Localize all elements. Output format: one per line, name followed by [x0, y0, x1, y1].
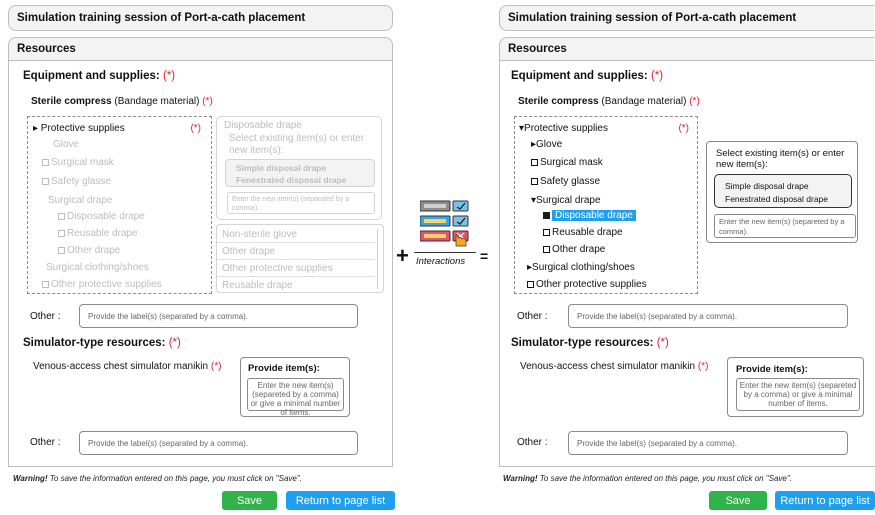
simulator-heading: Simulator-type resources: (*) — [511, 337, 669, 349]
faded-drape-panel: Disposable drape Select existing item(s)… — [216, 116, 382, 220]
provide-title: Provide item(s): — [736, 364, 808, 375]
left-resources-header[interactable]: Resources — [8, 37, 393, 61]
faded-options[interactable]: Simple disposal drape Fenestrated dispos… — [225, 159, 375, 187]
plus-sign: + — [396, 243, 409, 268]
other-input-2[interactable]: Provide the label(s) (separated by a com… — [568, 431, 848, 455]
provide-input[interactable]: Enter the new item(s) (separeted by a co… — [736, 378, 860, 411]
option-fenestrated[interactable]: Fenestrated disposal drape — [725, 194, 828, 204]
select-hint: Select existing item(s) or enter new ite… — [716, 148, 845, 170]
tree-item-drape[interactable]: ▾Surgical drape — [531, 195, 601, 206]
page-title: Simulation training session of Port-a-ca… — [17, 12, 306, 24]
manikin-label: Venous-access chest simulator manikin (*… — [33, 361, 222, 372]
tree-required: (*) — [678, 123, 689, 134]
tree-item[interactable]: Surgical drape — [48, 195, 112, 206]
tree-root[interactable]: ▾Protective supplies — [519, 123, 608, 134]
equals-sign: = — [480, 248, 489, 264]
simulator-heading: Simulator-type resources: (*) — [23, 337, 181, 349]
tree-item[interactable]: Other drape — [58, 245, 120, 256]
equipment-heading: Equipment and supplies: (*) — [511, 70, 664, 82]
other-input-2[interactable]: Provide the label(s) (separated by a com… — [79, 431, 358, 455]
tree-item[interactable]: Other protective supplies — [42, 279, 162, 290]
tree-item[interactable]: Surgical clothing/shoes — [46, 262, 149, 273]
faded-list-item[interactable]: Other drape — [222, 246, 275, 257]
faded-scrollbar[interactable] — [377, 229, 381, 289]
faded-enter-input[interactable]: Enter the new item(s) (separated by a co… — [227, 192, 375, 214]
return-to-page-list-button[interactable]: Return to page list — [775, 491, 875, 510]
faded-select-hint: Select existing item(s) or enter new ite… — [229, 133, 365, 156]
new-item-input[interactable]: Enter the new item(s) (separeted by a co… — [714, 214, 856, 238]
interactions-icon — [419, 199, 472, 249]
tree-item-glove[interactable]: ▸Glove — [531, 139, 562, 150]
tree-item-other-drape[interactable]: Other drape — [543, 244, 605, 255]
tree-required: (*) — [190, 123, 201, 134]
sterile-compress-label: Sterile compress (Bandage material) (*) — [518, 96, 700, 107]
page-title: Simulation training session of Port-a-ca… — [508, 12, 797, 24]
faded-list-item[interactable]: Other protective supplies — [222, 263, 333, 274]
other-label: Other : — [30, 311, 61, 322]
other-input[interactable]: Provide the label(s) (separated by a com… — [568, 304, 848, 328]
tree-item[interactable]: Disposable drape — [58, 211, 145, 222]
return-to-page-list-button[interactable]: Return to page list — [286, 491, 395, 510]
existing-options[interactable]: Simple disposal drape Fenestrated dispos… — [714, 174, 852, 208]
other-label-2: Other : — [30, 437, 61, 448]
tree-item-other-prot[interactable]: Other protective supplies — [527, 279, 647, 290]
right-title-bar: Simulation training session of Port-a-ca… — [499, 5, 874, 31]
warning-text: Warning! To save the information entered… — [13, 474, 302, 483]
other-label: Other : — [517, 311, 548, 322]
other-input[interactable]: Provide the label(s) (separated by a com… — [79, 304, 358, 328]
manikin-label: Venous-access chest simulator manikin (*… — [520, 361, 709, 372]
protective-supplies-tree[interactable]: ▾Protective supplies (*) ▸Glove Surgical… — [514, 116, 698, 294]
provide-items-box: Provide item(s): Enter the new item(s) (… — [727, 357, 864, 417]
warning-text: Warning! To save the information entered… — [503, 474, 792, 483]
option-simple[interactable]: Simple disposal drape — [725, 181, 809, 191]
sterile-compress-label: Sterile compress (Bandage material) (*) — [31, 96, 213, 107]
tree-item[interactable]: Glove — [53, 139, 79, 150]
other-label-2: Other : — [517, 437, 548, 448]
resources-label: Resources — [508, 43, 567, 55]
interactions-label: Interactions — [416, 256, 466, 267]
tree-item[interactable]: Surgical mask — [42, 157, 114, 168]
tree-item-disposable[interactable]: Disposable drape — [543, 210, 636, 221]
save-button[interactable]: Save — [709, 491, 767, 510]
tree-root[interactable]: ▸ Protective supplies — [33, 123, 125, 134]
faded-list-item[interactable]: Reusable drape — [222, 280, 293, 291]
provide-items-box: Provide item(s): Enter the new item(s) (… — [240, 357, 350, 417]
faded-list-item[interactable]: Non-sterile glove — [222, 229, 297, 240]
tree-item[interactable]: Reusable drape — [58, 228, 138, 239]
resources-label: Resources — [17, 43, 76, 55]
protective-supplies-tree[interactable]: ▸ Protective supplies (*) Glove Surgical… — [27, 116, 212, 294]
provide-input[interactable]: Enter the new item(s) (separeted by a co… — [247, 378, 344, 417]
right-resources-header[interactable]: Resources — [499, 37, 874, 61]
equipment-heading: Equipment and supplies: (*) — [23, 70, 176, 82]
tree-item-reusable[interactable]: Reusable drape — [543, 227, 623, 238]
faded-top-label: Disposable drape — [224, 120, 302, 131]
faded-list[interactable]: Non-sterile glove Other drape Other prot… — [216, 224, 384, 293]
left-title-bar: Simulation training session of Port-a-ca… — [8, 5, 393, 31]
interactions-divider — [414, 252, 476, 253]
select-items-box: Select existing item(s) or enter new ite… — [706, 141, 858, 243]
save-button[interactable]: Save — [222, 491, 277, 510]
tree-item-safety[interactable]: Safety glasse — [531, 176, 600, 187]
tree-item[interactable]: Safety glasse — [42, 176, 111, 187]
provide-title: Provide item(s): — [248, 363, 320, 374]
tree-item-mask[interactable]: Surgical mask — [531, 157, 603, 168]
tree-item-clothing[interactable]: ▸Surgical clothing/shoes — [527, 262, 635, 273]
